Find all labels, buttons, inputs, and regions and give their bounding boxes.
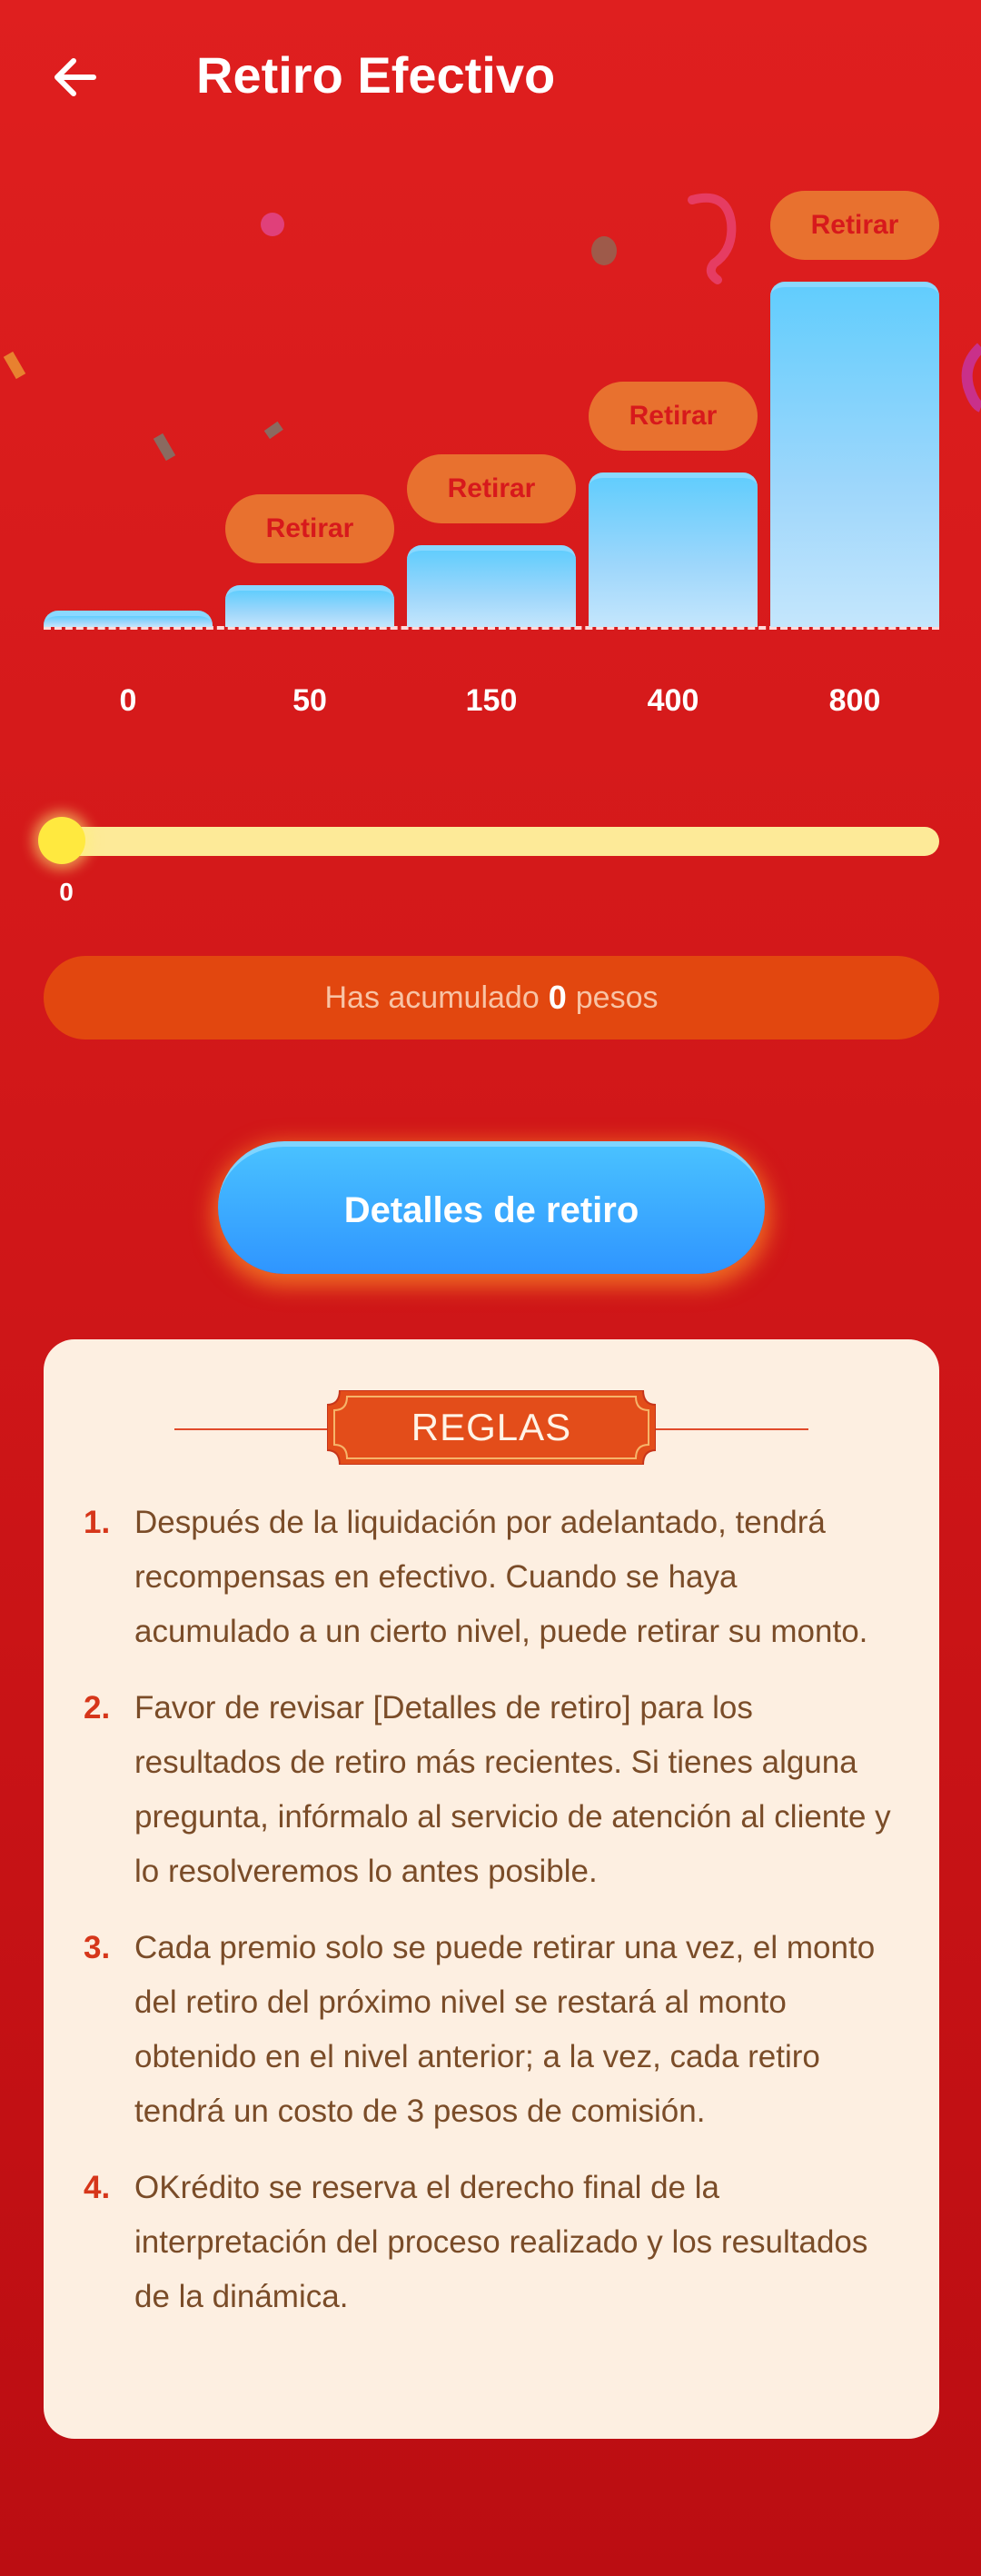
rule-item: 3. Cada premio solo se puede retirar una …: [84, 1921, 901, 2139]
withdraw-tiers-chart: Retirar Retirar Retirar Retirar: [44, 182, 939, 654]
page-title: Retiro Efectivo: [196, 46, 556, 104]
rule-text: Favor de revisar [Detalles de retiro] pa…: [134, 1690, 891, 1889]
tier-bar-50: [225, 585, 394, 627]
rule-text: OKrédito se reserva el derecho final de …: [134, 2170, 868, 2314]
withdraw-button-50[interactable]: Retirar: [225, 494, 394, 563]
tier-label-0: 0: [119, 683, 137, 718]
progress-knob: [38, 817, 85, 864]
rule-item: 2. Favor de revisar [Detalles de retiro] …: [84, 1681, 901, 1899]
withdraw-button-400[interactable]: Retirar: [589, 382, 758, 451]
rule-text: Después de la liquidación por adelantado…: [134, 1505, 868, 1649]
rule-number: 1.: [84, 1505, 111, 1540]
rule-number: 4.: [84, 2170, 111, 2205]
rules-divider-left: [174, 1428, 329, 1430]
rule-text: Cada premio solo se puede retirar una ve…: [134, 1930, 876, 2129]
tier-bar-0: [44, 611, 213, 627]
header: Retiro Efectivo: [0, 0, 981, 154]
tier-label-400: 400: [647, 683, 699, 718]
tier-bar-150: [407, 545, 576, 627]
withdraw-button-150[interactable]: Retirar: [407, 454, 576, 523]
tier-label-50: 50: [292, 683, 327, 718]
accumulated-banner: Has acumulado 0 pesos: [44, 956, 939, 1039]
rule-number: 3.: [84, 1930, 111, 1965]
arrow-left-icon[interactable]: [50, 52, 101, 103]
rules-banner: REGLAS: [327, 1390, 656, 1465]
accumulated-amount: 0: [548, 979, 567, 1016]
accumulated-prefix: Has acumulado: [324, 980, 540, 1015]
rules-list: 1. Después de la liquidación por adelanta…: [84, 1496, 901, 2346]
rule-item: 4. OKrédito se reserva el derecho final d…: [84, 2161, 901, 2324]
back-button[interactable]: [44, 45, 107, 109]
tier-label-150: 150: [465, 683, 518, 718]
tier-bar-800: [770, 282, 939, 627]
rule-number: 2.: [84, 1690, 111, 1726]
tier-bar-400: [589, 472, 758, 627]
progress-track: [44, 827, 939, 856]
rules-title: REGLAS: [411, 1406, 572, 1448]
rules-divider-right: [654, 1428, 808, 1430]
rule-item: 1. Después de la liquidación por adelanta…: [84, 1496, 901, 1659]
progress-label: 0: [59, 878, 74, 906]
tier-label-800: 800: [828, 683, 881, 718]
rules-card: REGLAS 1. Después de la liquidación por a…: [44, 1339, 939, 2439]
withdraw-details-button[interactable]: Detalles de retiro: [218, 1141, 765, 1274]
withdraw-button-800[interactable]: Retirar: [770, 191, 939, 260]
accumulated-suffix: pesos: [575, 980, 659, 1015]
